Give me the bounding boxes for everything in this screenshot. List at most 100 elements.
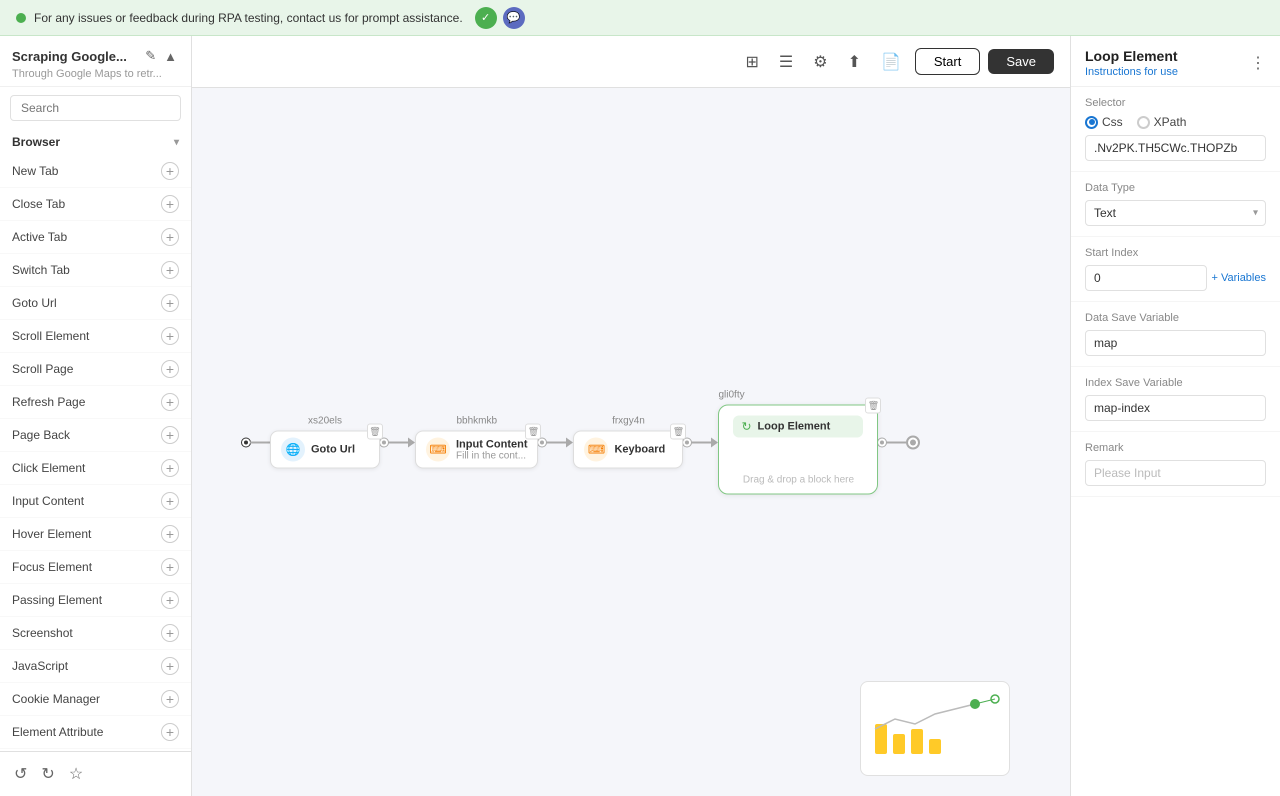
node-box-input-content[interactable]: 🗑 ⌨ Input Content Fill in the cont... xyxy=(415,431,538,469)
index-save-variable-label: Index Save Variable xyxy=(1085,377,1266,389)
sidebar-item-click-element[interactable]: Click Element + xyxy=(0,452,191,485)
add-focus-element-button[interactable]: + xyxy=(161,558,179,576)
index-save-variable-input[interactable] xyxy=(1085,395,1266,421)
sidebar-items-list: New Tab + Close Tab + Active Tab + Switc… xyxy=(0,155,191,749)
sidebar-item-input-content[interactable]: Input Content + xyxy=(0,485,191,518)
project-subtitle: Through Google Maps to retr... xyxy=(12,68,179,80)
banner-status-dot xyxy=(16,13,26,23)
start-button[interactable]: Start xyxy=(915,48,980,75)
grid-view-button[interactable]: ⊞ xyxy=(739,48,764,76)
flow-node-loop-element[interactable]: gli0fty 🗑 ↻ Loop Element Drag & drop a b… xyxy=(718,390,878,495)
star-button[interactable]: ☆ xyxy=(67,762,85,786)
add-hover-element-button[interactable]: + xyxy=(161,525,179,543)
data-type-select-wrapper: Text HTML Attribute ▾ xyxy=(1085,200,1266,226)
project-edit-button[interactable]: ✎ xyxy=(143,46,158,66)
delete-keyboard-icon[interactable]: 🗑 xyxy=(670,424,686,440)
conn-dot xyxy=(538,438,546,446)
instructions-link[interactable]: Instructions for use xyxy=(1085,66,1178,78)
add-goto-url-button[interactable]: + xyxy=(161,294,179,312)
add-scroll-element-button[interactable]: + xyxy=(161,327,179,345)
flow-node-keyboard[interactable]: frxgy4n 🗑 ⌨ Keyboard xyxy=(573,416,683,469)
node-id-label: xs20els xyxy=(308,416,342,427)
right-panel-header: Loop Element Instructions for use ⋮ xyxy=(1071,36,1280,87)
sidebar-item-label: Active Tab xyxy=(12,230,67,244)
panel-menu-button[interactable]: ⋮ xyxy=(1250,53,1266,73)
sidebar-item-new-tab[interactable]: New Tab + xyxy=(0,155,191,188)
node-box-goto-url[interactable]: 🗑 🌐 Goto Url xyxy=(270,431,380,469)
delete-goto-url-icon[interactable]: 🗑 xyxy=(367,424,383,440)
flow-node-goto-url[interactable]: xs20els 🗑 🌐 Goto Url xyxy=(270,416,380,469)
redo-button[interactable]: ↻ xyxy=(39,762,56,786)
sidebar-item-scroll-element[interactable]: Scroll Element + xyxy=(0,320,191,353)
delete-input-content-icon[interactable]: 🗑 xyxy=(525,424,541,440)
connector-line xyxy=(250,441,270,443)
add-close-tab-button[interactable]: + xyxy=(161,195,179,213)
sidebar-item-refresh-page[interactable]: Refresh Page + xyxy=(0,386,191,419)
sidebar-item-scroll-page[interactable]: Scroll Page + xyxy=(0,353,191,386)
loop-drop-text: Drag & drop a block here xyxy=(743,475,854,486)
data-type-select[interactable]: Text HTML Attribute xyxy=(1085,200,1266,226)
add-passing-element-button[interactable]: + xyxy=(161,591,179,609)
xpath-radio-option[interactable]: XPath xyxy=(1137,115,1187,129)
delete-loop-icon[interactable]: 🗑 xyxy=(865,398,881,414)
add-active-tab-button[interactable]: + xyxy=(161,228,179,246)
start-index-input[interactable] xyxy=(1085,265,1207,291)
browser-section-label: Browser xyxy=(12,135,60,149)
sidebar-item-active-tab[interactable]: Active Tab + xyxy=(0,221,191,254)
connector-end xyxy=(878,435,920,449)
add-page-back-button[interactable]: + xyxy=(161,426,179,444)
add-scroll-page-button[interactable]: + xyxy=(161,360,179,378)
canvas[interactable]: xs20els 🗑 🌐 Goto Url xyxy=(192,88,1070,796)
sidebar-item-passing-element[interactable]: Passing Element + xyxy=(0,584,191,617)
sidebar-item-hover-element[interactable]: Hover Element + xyxy=(0,518,191,551)
add-click-element-button[interactable]: + xyxy=(161,459,179,477)
document-button[interactable]: 📄 xyxy=(875,48,907,76)
add-javascript-button[interactable]: + xyxy=(161,657,179,675)
data-save-variable-input[interactable] xyxy=(1085,330,1266,356)
sidebar-item-page-back[interactable]: Page Back + xyxy=(0,419,191,452)
loop-node-box[interactable]: 🗑 ↻ Loop Element Drag & drop a block her… xyxy=(718,405,878,495)
browser-section-header[interactable]: Browser ▾ xyxy=(0,129,191,155)
search-input[interactable] xyxy=(10,95,181,121)
settings-button[interactable]: ⚙ xyxy=(807,48,833,76)
sidebar-item-label: JavaScript xyxy=(12,659,68,673)
index-save-variable-section: Index Save Variable xyxy=(1071,367,1280,432)
add-input-content-button[interactable]: + xyxy=(161,492,179,510)
plus-variables-button[interactable]: + Variables xyxy=(1211,272,1266,284)
node-box-keyboard[interactable]: 🗑 ⌨ Keyboard xyxy=(573,431,683,469)
sidebar-item-goto-url[interactable]: Goto Url + xyxy=(0,287,191,320)
banner-icon-checkmark: ✓ xyxy=(475,7,497,29)
keyboard-title: Keyboard xyxy=(614,444,665,456)
share-button[interactable]: ⬆ xyxy=(842,48,867,76)
sidebar-item-label: Hover Element xyxy=(12,527,91,541)
flow-node-input-content[interactable]: bbhkmkb 🗑 ⌨ Input Content Fill in the co… xyxy=(415,416,538,469)
remark-label: Remark xyxy=(1085,442,1266,454)
save-button[interactable]: Save xyxy=(988,49,1054,74)
sidebar-item-element-attribute[interactable]: Element Attribute + xyxy=(0,716,191,749)
css-radio-option[interactable]: Css xyxy=(1085,115,1123,129)
input-content-icon: ⌨ xyxy=(426,438,450,462)
undo-button[interactable]: ↺ xyxy=(12,762,29,786)
project-collapse-button[interactable]: ▲ xyxy=(162,47,179,66)
add-refresh-page-button[interactable]: + xyxy=(161,393,179,411)
sidebar-item-label: Scroll Element xyxy=(12,329,89,343)
list-view-button[interactable]: ☰ xyxy=(773,48,799,76)
css-radio-dot-inner xyxy=(1089,119,1095,125)
add-new-tab-button[interactable]: + xyxy=(161,162,179,180)
add-element-attribute-button[interactable]: + xyxy=(161,723,179,741)
sidebar-item-switch-tab[interactable]: Switch Tab + xyxy=(0,254,191,287)
remark-input[interactable] xyxy=(1085,460,1266,486)
add-screenshot-button[interactable]: + xyxy=(161,624,179,642)
sidebar-item-label: Click Element xyxy=(12,461,85,475)
sidebar-item-screenshot[interactable]: Screenshot + xyxy=(0,617,191,650)
sidebar-item-close-tab[interactable]: Close Tab + xyxy=(0,188,191,221)
sidebar-item-cookie-manager[interactable]: Cookie Manager + xyxy=(0,683,191,716)
selector-input[interactable] xyxy=(1085,135,1266,161)
flow-start-connector xyxy=(242,438,270,446)
project-header: Scraping Google... ✎ ▲ Through Google Ma… xyxy=(0,36,191,87)
add-switch-tab-button[interactable]: + xyxy=(161,261,179,279)
sidebar-item-focus-element[interactable]: Focus Element + xyxy=(0,551,191,584)
canvas-toolbar: ⊞ ☰ ⚙ ⬆ 📄 Start Save xyxy=(192,36,1070,88)
add-cookie-manager-button[interactable]: + xyxy=(161,690,179,708)
sidebar-item-javascript[interactable]: JavaScript + xyxy=(0,650,191,683)
